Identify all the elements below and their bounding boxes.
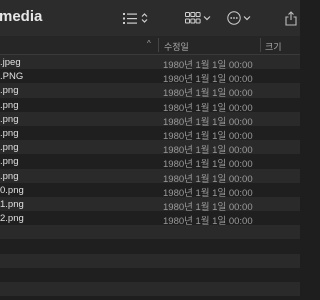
file-row[interactable]: 1.png 1980년 1월 1일 00:00 [0,196,300,213]
file-name: 2.png [0,213,24,225]
file-list: .jpeg 1980년 1월 1일 00:00 .PNG 1980년 1월 1일 0… [0,55,300,297]
file-row[interactable]: .png 1980년 1월 1일 00:00 [0,140,300,156]
empty-row [0,282,300,297]
file-name: .png [0,156,19,168]
file-row[interactable]: .jpeg 1980년 1월 1일 00:00 [0,55,300,71]
chevron-down-icon[interactable] [242,8,252,28]
column-divider[interactable] [158,38,159,52]
file-row[interactable]: 0.png 1980년 1월 1일 00:00 [0,182,300,199]
share-icon[interactable] [284,8,298,28]
column-header: ^ 수정일 크기 [0,36,300,55]
file-name: .png [0,170,19,182]
modified-column-header[interactable]: 수정일 [164,40,189,53]
file-row[interactable]: 2.png 1980년 1월 1일 00:00 [0,211,300,227]
sort-indicator[interactable]: ^ [147,39,151,48]
size-column-header[interactable]: 크기 [265,40,282,53]
sort-chevron-icon[interactable] [139,8,149,28]
chevron-down-icon[interactable] [202,8,212,28]
window-title: media [0,8,43,25]
empty-row [0,267,300,282]
file-name: .PNG [0,71,24,83]
file-name: .png [0,85,19,97]
file-name: .png [0,142,19,154]
file-row[interactable]: .png 1980년 1월 1일 00:00 [0,97,300,114]
file-row[interactable]: .png 1980년 1월 1일 00:00 [0,168,300,185]
file-row[interactable]: .png 1980년 1월 1일 00:00 [0,125,300,142]
grid-group-icon[interactable] [184,8,202,28]
file-name: .jpeg [0,57,21,68]
more-actions-icon[interactable] [226,8,242,28]
file-name: .png [0,113,19,125]
file-name: .png [0,99,19,111]
empty-row [0,239,300,254]
file-name: .png [0,127,19,139]
empty-row [0,225,300,240]
column-divider[interactable] [260,38,261,52]
file-row[interactable]: .png 1980년 1월 1일 00:00 [0,83,300,99]
file-row[interactable]: .png 1980년 1월 1일 00:00 [0,111,300,128]
toolbar: media [0,0,300,37]
file-row[interactable]: .png 1980년 1월 1일 00:00 [0,154,300,170]
file-name: 1.png [0,198,24,210]
file-name: 0.png [0,184,24,196]
empty-row [0,253,300,268]
file-row[interactable]: .PNG 1980년 1월 1일 00:00 [0,69,300,85]
list-view-icon[interactable] [122,8,138,28]
